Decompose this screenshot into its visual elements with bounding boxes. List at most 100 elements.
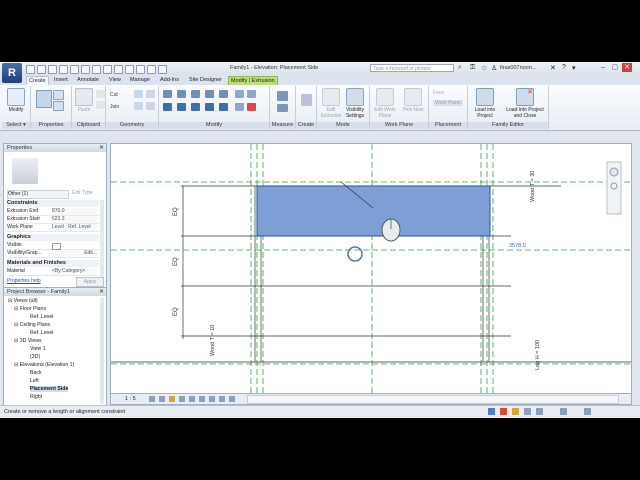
property-row[interactable]: Material <By Category> bbox=[7, 268, 99, 276]
eq-label-2[interactable]: EQ bbox=[173, 257, 179, 266]
scale-icon[interactable] bbox=[235, 103, 244, 111]
close-hidden-icon[interactable] bbox=[136, 65, 145, 74]
type-selector[interactable]: Other (1) bbox=[7, 190, 69, 199]
undo-icon[interactable] bbox=[48, 65, 57, 74]
visible-checkbox[interactable] bbox=[52, 243, 61, 250]
close-button[interactable]: ✕ bbox=[622, 63, 632, 72]
tab-insert[interactable]: Insert bbox=[52, 76, 70, 85]
tree-item[interactable]: {3D} bbox=[30, 354, 40, 360]
trim-icon[interactable] bbox=[205, 103, 214, 111]
steering-wheel-icon[interactable] bbox=[609, 167, 619, 177]
worksets-icon[interactable] bbox=[488, 408, 495, 415]
temporary-hide-icon[interactable] bbox=[209, 396, 215, 402]
property-row[interactable]: Visibility/Grap... Edit... bbox=[7, 250, 99, 258]
dim-wood-t-10[interactable]: Wood T = 10 bbox=[210, 325, 216, 356]
create-similar-icon[interactable] bbox=[301, 94, 312, 106]
copy-icon[interactable] bbox=[96, 90, 105, 98]
minimize-button[interactable]: – bbox=[598, 63, 608, 72]
unpin-icon[interactable] bbox=[247, 90, 256, 98]
select-links-icon[interactable] bbox=[512, 408, 519, 415]
filter-icon[interactable] bbox=[584, 408, 591, 415]
tree-item[interactable]: ⊟ 3D Views bbox=[14, 338, 42, 344]
copy-element-icon[interactable] bbox=[177, 103, 186, 111]
visual-style-icon[interactable] bbox=[159, 396, 165, 402]
drag-on-selection-icon[interactable] bbox=[560, 408, 567, 415]
eq-label-3[interactable]: EQ bbox=[173, 307, 179, 316]
paint-icon[interactable] bbox=[134, 102, 143, 110]
tree-item[interactable]: ⊟ Floor Plans bbox=[14, 306, 46, 312]
constraints-icon[interactable] bbox=[229, 396, 235, 402]
tree-item-selected[interactable]: Placement Side bbox=[30, 386, 69, 392]
pick-new-button[interactable]: Pick New bbox=[402, 88, 424, 113]
maximize-button[interactable]: ▢ bbox=[610, 63, 620, 72]
customize-qat-icon[interactable] bbox=[158, 65, 167, 74]
aligned-dimension-icon[interactable] bbox=[277, 104, 288, 112]
rotate-icon[interactable] bbox=[191, 103, 200, 111]
move-icon[interactable] bbox=[163, 103, 172, 111]
join-button[interactable]: Join bbox=[110, 104, 119, 110]
text-quick-icon[interactable] bbox=[92, 65, 101, 74]
binoculars-search-icon[interactable]: ⌕ bbox=[458, 64, 462, 72]
tree-item[interactable]: ⊟ Elevations (Elevation 1) bbox=[14, 362, 74, 368]
section-graphics[interactable]: Graphics bbox=[7, 234, 99, 241]
section-constraints[interactable]: Constraints bbox=[7, 200, 99, 207]
match-type-icon[interactable] bbox=[96, 101, 105, 109]
selected-extrusion[interactable] bbox=[256, 185, 491, 237]
load-into-project-button[interactable]: Load into Project bbox=[470, 88, 500, 119]
load-into-project-and-close-button[interactable]: ✕ Load into Project and Close bbox=[504, 88, 546, 119]
reveal-hidden-icon[interactable] bbox=[219, 396, 225, 402]
property-row[interactable]: Visible bbox=[7, 242, 99, 250]
user-name[interactable]: firas007noon... bbox=[500, 65, 536, 71]
dim-leg-h-100[interactable]: Leg H = 100 bbox=[535, 340, 541, 370]
tab-manage[interactable]: Manage bbox=[128, 76, 152, 85]
tree-item[interactable]: Back bbox=[30, 370, 42, 376]
edit-extrusion-button[interactable]: Edit Extrusion bbox=[319, 88, 343, 119]
paste-button[interactable]: Paste bbox=[74, 88, 94, 113]
tree-item[interactable]: Ref. Level bbox=[30, 330, 53, 336]
split-face-icon[interactable] bbox=[146, 90, 155, 98]
cope-icon[interactable] bbox=[134, 90, 143, 98]
3d-view-quick-icon[interactable] bbox=[103, 65, 112, 74]
eq-label-1[interactable]: EQ bbox=[173, 207, 179, 216]
detail-level-icon[interactable] bbox=[149, 396, 155, 402]
elevation-drawing[interactable]: EQ EQ EQ Wood T = 30 Wood T = 10 Leg H =… bbox=[111, 144, 631, 394]
work-plane-placement-button[interactable]: Work Plane bbox=[433, 100, 463, 106]
select-pinned-icon[interactable] bbox=[536, 408, 543, 415]
subscription-icon[interactable]: ⚿ bbox=[470, 64, 475, 72]
tab-site-designer[interactable]: Site Designer bbox=[187, 76, 224, 85]
measure-icon[interactable] bbox=[277, 91, 288, 101]
crop-view-icon[interactable] bbox=[189, 396, 195, 402]
switch-windows-icon[interactable] bbox=[147, 65, 156, 74]
dim-wood-t-30[interactable]: Wood T = 30 bbox=[530, 171, 536, 202]
property-row[interactable]: Extrusion End 870.0 bbox=[7, 208, 99, 216]
tree-item[interactable]: Ref. Level bbox=[30, 314, 53, 320]
edit-work-plane-button[interactable]: Edit Work Plane bbox=[372, 88, 398, 119]
align-icon[interactable] bbox=[163, 90, 172, 98]
tree-item[interactable]: ⊟ Views (all) bbox=[8, 298, 38, 304]
drawing-canvas[interactable]: EQ EQ EQ Wood T = 30 Wood T = 10 Leg H =… bbox=[110, 143, 632, 395]
search-input[interactable]: Type a keyword or phrase bbox=[370, 64, 454, 72]
measure-quick-icon[interactable] bbox=[81, 65, 90, 74]
exchange-apps-icon[interactable]: ✕ bbox=[550, 64, 556, 72]
tree-item[interactable]: Left bbox=[30, 378, 39, 384]
pin-icon[interactable] bbox=[235, 90, 244, 98]
user-icon[interactable]: ♙ bbox=[491, 64, 497, 72]
revit-app-menu-logo[interactable]: R bbox=[2, 63, 22, 83]
thin-lines-icon[interactable] bbox=[125, 65, 134, 74]
tab-view[interactable]: View bbox=[107, 76, 123, 85]
tree-item[interactable]: View 1 bbox=[30, 346, 45, 352]
properties-scrollbar[interactable] bbox=[100, 200, 104, 282]
modify-button[interactable]: Modify bbox=[6, 88, 26, 113]
tab-annotate[interactable]: Annotate bbox=[75, 76, 101, 85]
redo-icon[interactable] bbox=[59, 65, 68, 74]
shadows-icon[interactable] bbox=[179, 396, 185, 402]
dim-value-2578[interactable]: 2578.0 bbox=[509, 243, 526, 249]
print-icon[interactable] bbox=[70, 65, 79, 74]
properties-help-link[interactable]: Properties help bbox=[7, 278, 41, 284]
browser-scrollbar[interactable] bbox=[100, 298, 104, 404]
tree-item[interactable]: ⊟ Ceiling Plans bbox=[14, 322, 50, 328]
tree-item[interactable]: Right bbox=[30, 394, 42, 400]
scale-display[interactable]: 1 : 5 bbox=[125, 396, 136, 402]
help-icon[interactable]: ? bbox=[562, 64, 566, 71]
property-row[interactable]: Extrusion Start 623.3 bbox=[7, 216, 99, 224]
